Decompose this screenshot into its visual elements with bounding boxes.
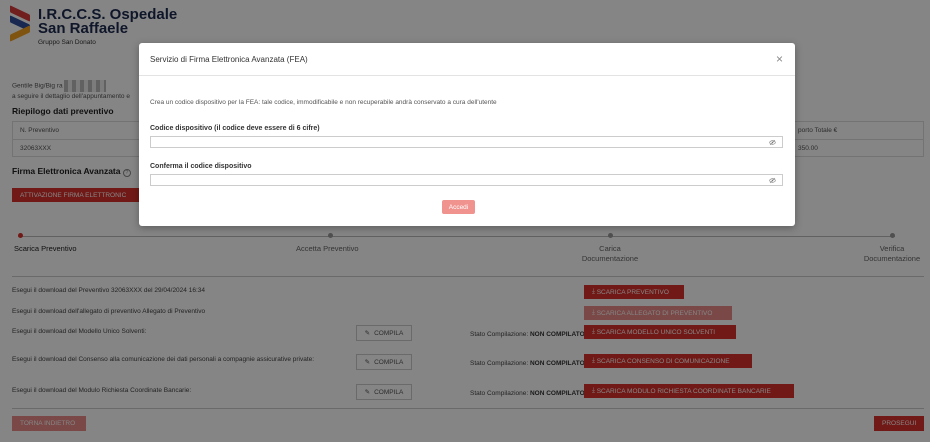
code-label: Codice dispositivo (il codice deve esser…: [150, 125, 320, 132]
modal-description: Crea un codice dispositivo per la FEA: t…: [150, 99, 497, 106]
modal-title: Servizio di Firma Elettronica Avanzata (…: [150, 54, 308, 64]
eye-slash-icon[interactable]: [769, 139, 776, 146]
fea-modal: Servizio di Firma Elettronica Avanzata (…: [139, 43, 795, 226]
code-field: [150, 136, 783, 148]
submit-button[interactable]: Accedi: [442, 200, 475, 214]
confirm-field: [150, 174, 783, 186]
eye-slash-icon[interactable]: [769, 177, 776, 184]
code-input[interactable]: [151, 137, 782, 148]
close-icon[interactable]: ×: [776, 53, 783, 65]
confirm-label: Conferma il codice dispositivo: [150, 163, 252, 170]
modal-header: Servizio di Firma Elettronica Avanzata (…: [139, 43, 795, 76]
confirm-input[interactable]: [151, 175, 782, 186]
